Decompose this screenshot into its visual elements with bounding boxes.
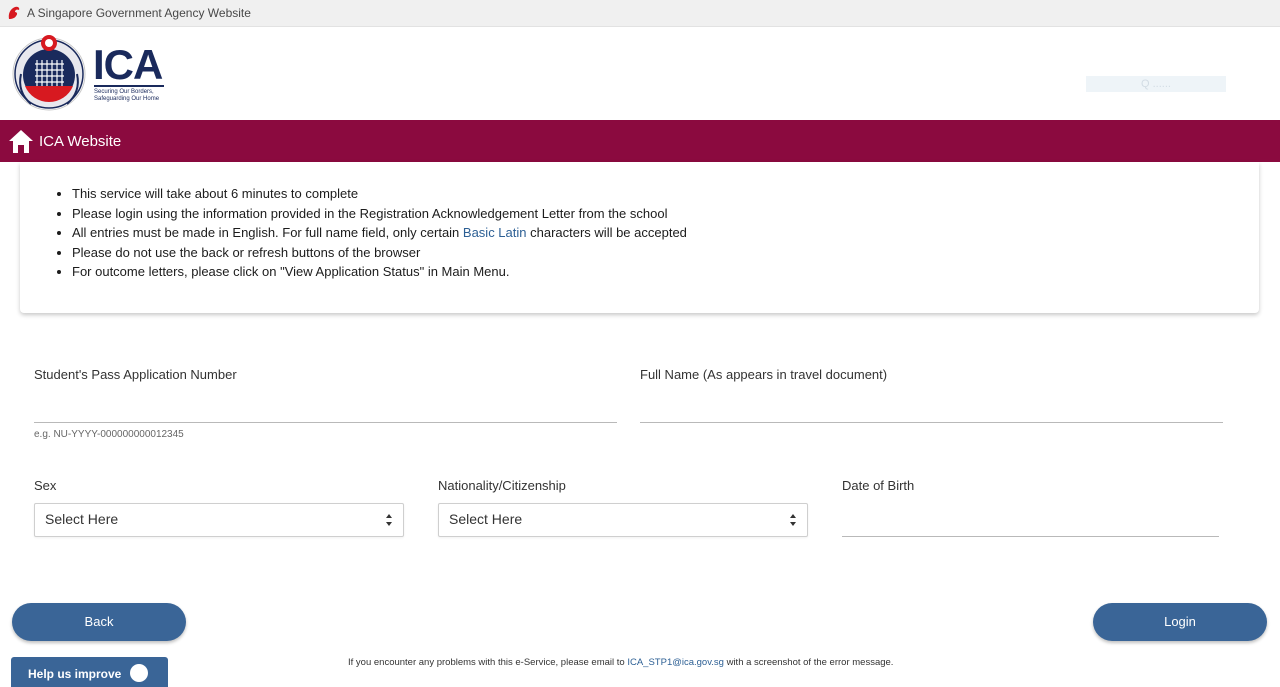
logo-tagline: Securing Our Borders, Safeguarding Our H…	[94, 89, 160, 102]
sex-select-value: Select Here	[45, 511, 119, 527]
footer-text: with a screenshot of the error message.	[723, 657, 894, 668]
full-name-input[interactable]	[640, 396, 1223, 423]
nationality-label: Nationality/Citizenship	[438, 478, 566, 493]
main-navbar: ICA Website	[0, 120, 1280, 162]
government-masthead: A Singapore Government Agency Website	[0, 0, 1280, 27]
nationality-select[interactable]: Select Here	[438, 503, 808, 537]
faded-header-element: Q ......	[1086, 76, 1226, 92]
smiley-icon	[130, 664, 148, 682]
select-arrows-icon	[386, 514, 392, 526]
instruction-item: This service will take about 6 minutes t…	[72, 184, 687, 204]
application-number-input[interactable]	[34, 396, 617, 423]
instruction-item: Please do not use the back or refresh bu…	[72, 243, 687, 263]
application-number-hint: e.g. NU-YYYY-000000000012345	[34, 429, 184, 440]
date-of-birth-input[interactable]	[842, 510, 1219, 537]
date-of-birth-label: Date of Birth	[842, 478, 915, 493]
instructions-list: This service will take about 6 minutes t…	[72, 184, 687, 282]
help-us-improve-button[interactable]: Help us improve	[11, 657, 168, 687]
logo-divider	[94, 85, 164, 87]
ica-crest-logo[interactable]	[11, 34, 87, 112]
login-button[interactable]: Login	[1093, 603, 1267, 641]
instructions-card: This service will take about 6 minutes t…	[20, 162, 1259, 313]
sex-label: Sex	[34, 478, 57, 493]
nationality-select-value: Select Here	[449, 511, 523, 527]
full-name-label: Full Name (As appears in travel document…	[640, 367, 888, 382]
help-us-improve-label: Help us improve	[28, 667, 122, 681]
application-number-label: Student's Pass Application Number	[34, 367, 237, 382]
basic-latin-link[interactable]: Basic Latin	[463, 225, 527, 240]
instruction-text: characters will be accepted	[526, 225, 687, 240]
home-icon[interactable]	[8, 128, 34, 154]
masthead-text: A Singapore Government Agency Website	[27, 6, 251, 20]
sex-select[interactable]: Select Here	[34, 503, 404, 537]
instruction-item: Please login using the information provi…	[72, 204, 687, 224]
ica-wordmark: ICA	[93, 41, 163, 88]
instruction-text: All entries must be made in English. For…	[72, 225, 463, 240]
back-button[interactable]: Back	[12, 603, 186, 641]
ica-website-link[interactable]: ICA Website	[39, 133, 121, 150]
select-arrows-icon	[790, 514, 796, 526]
instruction-item: For outcome letters, please click on "Vi…	[72, 262, 687, 282]
support-footer-note: If you encounter any problems with this …	[348, 657, 893, 668]
instruction-item: All entries must be made in English. For…	[72, 223, 687, 243]
singapore-lion-icon	[8, 6, 20, 19]
site-header: ICA Securing Our Borders, Safeguarding O…	[0, 27, 1280, 120]
support-email-link[interactable]: ICA_STP1@ica.gov.sg	[627, 657, 724, 668]
footer-text: If you encounter any problems with this …	[348, 657, 628, 668]
